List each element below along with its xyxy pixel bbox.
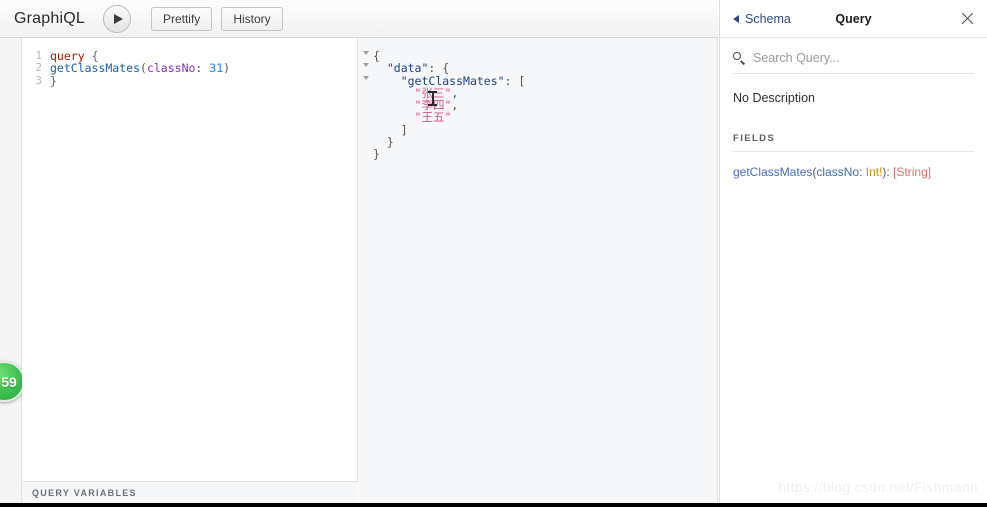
- toolbar: GraphiQL Prettify History: [0, 0, 718, 38]
- result-line: }: [359, 136, 717, 148]
- query-variables-toggle[interactable]: QUERY VARIABLES: [22, 481, 358, 503]
- json-token-punc: ,: [451, 98, 459, 113]
- query-line: 2 getClassMates(classNo: 31): [22, 62, 357, 74]
- result-line: ]: [359, 124, 717, 136]
- query-editor[interactable]: 1 query {2 getClassMates(classNo: 31) 3}: [22, 38, 358, 481]
- documentation-panel: Schema Query Search Query... No Descript…: [719, 0, 987, 507]
- line-code: getClassMates(classNo: 31): [47, 62, 230, 74]
- sig-token-punc: :: [859, 165, 866, 179]
- token-num: 31: [209, 61, 224, 76]
- docs-fields-heading: FIELDS: [733, 133, 974, 152]
- json-token-punc: }: [373, 147, 380, 162]
- json-token-str: "王五": [414, 110, 452, 125]
- fold-gutter: [359, 136, 373, 137]
- sig-token-int: Int!: [865, 165, 883, 179]
- docs-description: No Description: [733, 91, 815, 105]
- token-brace: }: [50, 73, 57, 88]
- fold-gutter: [359, 62, 373, 68]
- docs-field-getclassmates[interactable]: getClassMates(classNo: Int!): [String]: [733, 165, 974, 180]
- fold-gutter: [359, 124, 373, 125]
- fold-triangle-icon[interactable]: [363, 63, 369, 68]
- result-viewer-lines: { "data": { "getClassMates": [ "张三", "李四…: [359, 50, 717, 161]
- result-line: "王五": [359, 111, 717, 123]
- docs-back-label: Schema: [745, 11, 791, 26]
- docs-header: Schema Query: [720, 0, 987, 38]
- play-icon: [113, 13, 123, 24]
- fold-gutter: [359, 148, 373, 149]
- chevron-left-icon: [733, 14, 739, 23]
- sig-token-str: [String]: [893, 165, 932, 179]
- fold-gutter: [359, 50, 373, 55]
- search-icon: [733, 52, 745, 65]
- docs-search-input[interactable]: Search Query...: [733, 43, 974, 74]
- sig-token-punc: ):: [882, 165, 894, 179]
- graphiql-app: GraphiQL Prettify History 59 1 query {2 ge…: [0, 0, 987, 507]
- result-line: }: [359, 148, 717, 160]
- result-line-code: }: [373, 148, 380, 160]
- sig-token-name: getClassMates: [733, 165, 813, 179]
- execute-query-button[interactable]: [102, 4, 131, 33]
- token-punc: (: [140, 61, 147, 76]
- line-code: }: [47, 73, 57, 88]
- sig-token-arg: classNo: [816, 165, 860, 179]
- line-number: 1: [35, 50, 42, 62]
- fold-gutter: [359, 99, 373, 100]
- notification-badge-count: 59: [1, 373, 17, 390]
- token-arg: classNo: [146, 61, 196, 76]
- result-viewer: { "data": { "getClassMates": [ "张三", "李四…: [359, 38, 718, 507]
- close-icon[interactable]: [959, 11, 975, 27]
- history-button[interactable]: History: [221, 6, 283, 31]
- token-field: getClassMates: [50, 61, 141, 76]
- fold-gutter: [359, 87, 373, 88]
- docs-body: No Description FIELDS getClassMates(clas…: [720, 91, 987, 180]
- bottom-strip: [0, 503, 987, 507]
- query-variables-label: QUERY VARIABLES: [32, 487, 137, 498]
- fold-gutter: [359, 111, 373, 112]
- query-line: 3}: [22, 73, 357, 88]
- query-editor-lines: 1 query {2 getClassMates(classNo: 31) 3}: [22, 50, 357, 87]
- json-token-punc: : [: [504, 73, 526, 88]
- fold-triangle-icon[interactable]: [363, 51, 369, 55]
- left-rail: [0, 38, 22, 507]
- token-punc: :: [195, 61, 210, 76]
- line-number: 2: [35, 62, 42, 75]
- docs-search-placeholder: Search Query...: [753, 51, 840, 65]
- app-brand-title: GraphiQL: [14, 9, 85, 27]
- token-punc: ): [223, 61, 231, 76]
- fold-gutter: [359, 75, 373, 80]
- line-number: 3: [35, 74, 42, 87]
- docs-back-button[interactable]: Schema: [733, 12, 791, 26]
- fold-triangle-icon[interactable]: [363, 75, 369, 80]
- prettify-button[interactable]: Prettify: [150, 6, 213, 31]
